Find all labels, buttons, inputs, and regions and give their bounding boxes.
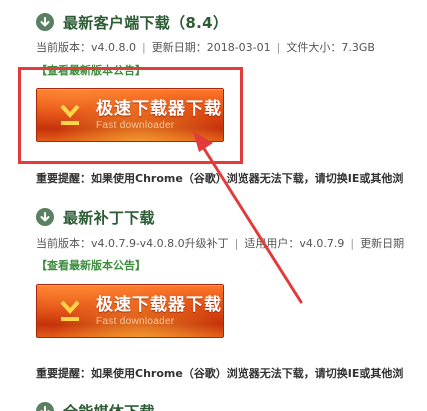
section-title: 全能媒体下载 [63,401,155,411]
current-version: 当前版本：v4.0.8.0 [36,41,136,54]
applicable-users: 适用用户：v4.0.7.9 [244,237,345,250]
browser-warning: 重要提醒：如果使用Chrome（谷歌）浏览器无法下载，请切换IE或其他浏 [36,172,404,185]
download-arrow-icon [50,284,90,338]
separator: | [276,41,281,54]
section-header-media: 全能媒体下载 [36,400,155,411]
separator: | [142,41,146,54]
download-circle-icon [36,13,54,31]
separator: | [350,237,355,250]
file-size: 文件大小：7.3GB [286,41,375,54]
section-title: 最新补丁下载 [63,208,155,227]
button-label: 极速下载器下载 [96,294,222,315]
download-arrow-icon [50,88,90,142]
fast-download-button[interactable]: 极速下载器下载 Fast downloader [36,88,224,142]
download-circle-icon [36,402,54,411]
update-date: 更新日期 [360,237,405,250]
version-info: 当前版本：v4.0.8.0 | 更新日期：2018-03-01 | 文件大小：7.3GB [36,40,375,56]
section-header-patch: 最新补丁下载 [36,206,155,228]
section-title: 最新客户端下载（8.4） [63,13,229,32]
separator: | [234,237,239,250]
download-circle-icon [36,208,54,226]
fast-download-button[interactable]: 极速下载器下载 Fast downloader [36,284,224,338]
button-label: 极速下载器下载 [96,98,222,119]
current-version: 当前版本：v4.0.7.9-v4.0.8.0升级补丁 [36,237,229,250]
section-header-client: 最新客户端下载（8.4） [36,11,228,33]
button-text: 极速下载器下载 Fast downloader [96,99,222,132]
button-sublabel: Fast downloader [96,119,175,131]
update-date: 更新日期：2018-03-01 [151,41,271,54]
button-text: 极速下载器下载 Fast downloader [96,295,222,328]
browser-warning: 重要提醒：如果使用Chrome（谷歌）浏览器无法下载，请切换IE或其他浏 [36,367,404,380]
button-sublabel: Fast downloader [96,315,175,327]
view-announcement-link[interactable]: 【查看最新版本公告】 [36,64,146,78]
version-info: 当前版本：v4.0.7.9-v4.0.8.0升级补丁 | 适用用户：v4.0.7.9… [36,236,404,252]
view-announcement-link[interactable]: 【查看最新版本公告】 [36,259,146,273]
